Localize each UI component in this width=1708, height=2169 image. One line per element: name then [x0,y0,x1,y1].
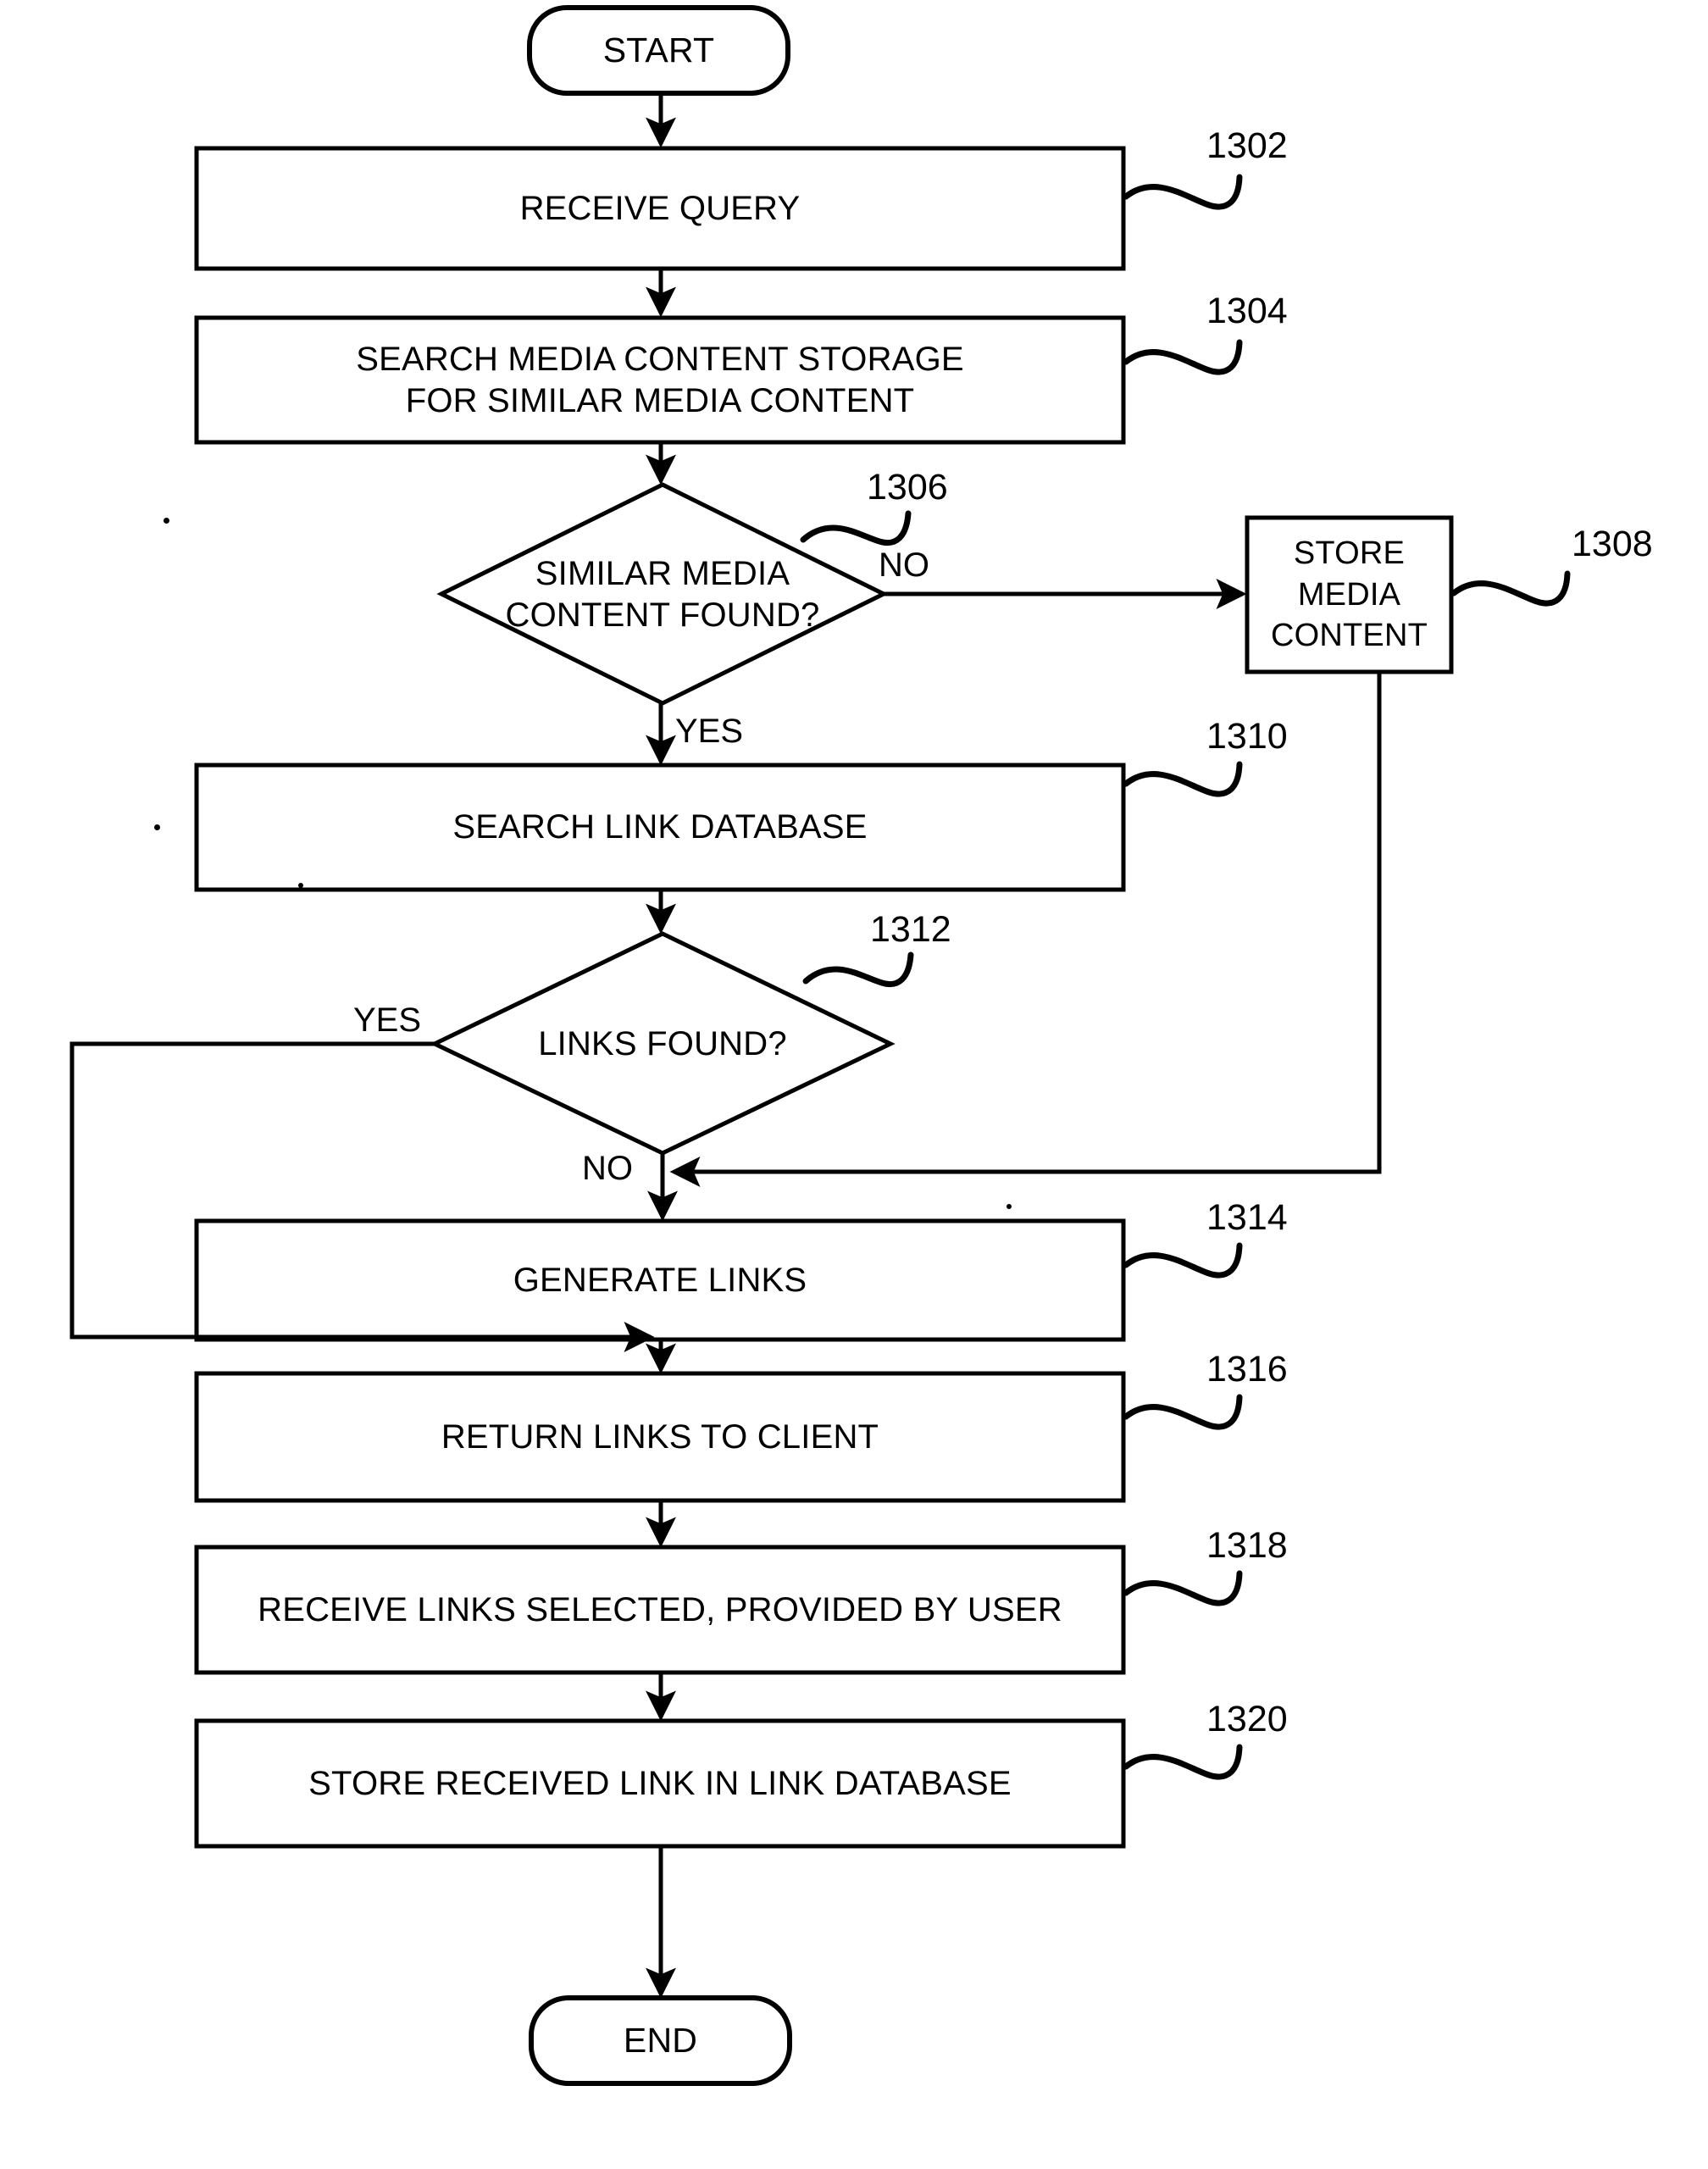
branch-label-1312-no: NO [582,1150,633,1187]
end-terminator-shape [529,1995,792,2086]
leader-line-1310 [1123,761,1243,797]
branch-label-1312-yes: YES [353,1001,422,1039]
leader-line-1320 [1123,1744,1243,1780]
leader-line-1314 [1123,1242,1243,1279]
start-terminator-shape [527,5,790,96]
process-box-1314-shape [194,1218,1126,1342]
reference-numeral-1304: 1304 [1206,291,1288,331]
reference-numeral-1312: 1312 [870,909,951,950]
leader-line-1318 [1123,1570,1243,1606]
process-box-1320-shape [194,1718,1126,1849]
reference-numeral-1320: 1320 [1206,1699,1288,1739]
reference-numeral-1318: 1318 [1206,1525,1288,1566]
leader-line-1308 [1450,570,1571,607]
reference-numeral-1306: 1306 [867,467,948,508]
flowchart-figure: START RECEIVE QUERY SEARCH MEDIA CONTENT… [0,0,1708,2169]
reference-numeral-1310: 1310 [1206,716,1288,757]
flowchart-canvas [69,5,1571,2086]
leader-line-1316 [1123,1394,1243,1430]
branch-label-1306-yes: YES [675,713,744,750]
reference-numeral-1302: 1302 [1206,125,1288,166]
scan-artifact-speck [1006,1204,1012,1209]
branch-label-1306-no: NO [879,546,929,584]
reference-numeral-1314: 1314 [1206,1197,1288,1238]
decision-1312-shape [430,931,896,1156]
scan-artifact-speck [164,518,169,524]
leader-line-1304 [1123,339,1243,375]
process-box-1308-shape [1245,515,1454,674]
leader-line-1306 [800,510,912,546]
decision-1306-shape [436,482,889,706]
scan-artifact-speck [298,883,303,888]
reference-numeral-1316: 1316 [1206,1349,1288,1390]
scan-artifact-speck [154,824,160,830]
leader-line-1302 [1123,174,1243,210]
process-box-1304-shape [194,315,1126,445]
process-box-1310-shape [194,763,1126,892]
process-box-1302-shape [194,146,1126,271]
process-box-1316-shape [194,1371,1126,1503]
process-box-1318-shape [194,1545,1126,1675]
leader-line-1312 [802,951,914,987]
reference-numeral-1308: 1308 [1572,524,1653,564]
